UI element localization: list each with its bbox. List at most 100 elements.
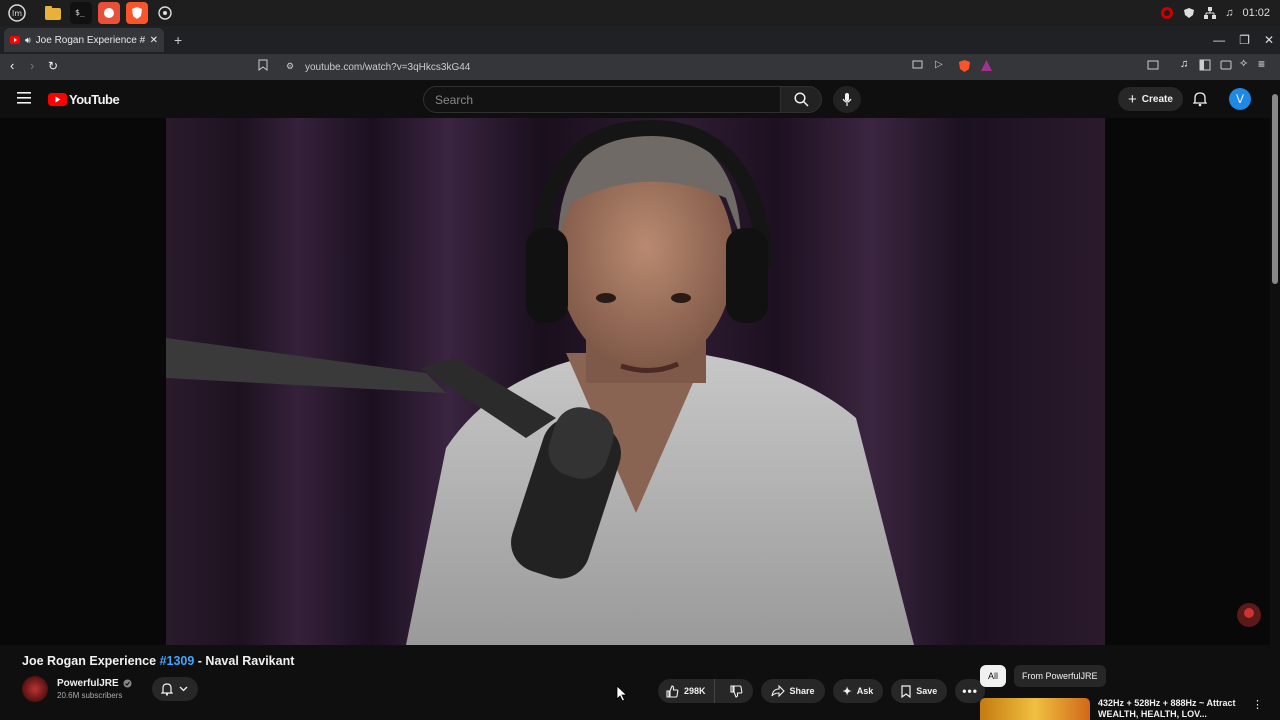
sidebar-toggle-icon[interactable] <box>1199 59 1211 71</box>
notifications-bell-icon[interactable] <box>1193 91 1207 107</box>
leo-ai-icon[interactable]: ✧ <box>1239 57 1248 70</box>
site-info-icon[interactable]: ⚙︎ <box>286 61 294 72</box>
channel-avatar[interactable] <box>22 676 48 702</box>
minimize-icon[interactable]: — <box>1213 33 1225 47</box>
speaker-icon[interactable]: 🔊︎ <box>25 35 31 46</box>
window-controls: — ❐ ✕ <box>1213 26 1274 54</box>
reload-icon[interactable]: ↻ <box>48 59 58 73</box>
video-hashtag-link[interactable]: #1309 <box>160 654 195 668</box>
subscription-bell-button[interactable] <box>151 677 198 701</box>
recommended-thumbnail[interactable] <box>980 698 1090 720</box>
cast-icon[interactable] <box>912 60 923 70</box>
scrollbar-thumb[interactable] <box>1272 94 1278 284</box>
channel-watermark-icon[interactable] <box>1236 602 1262 628</box>
youtube-header: YouTube Search + Create V <box>0 80 1280 118</box>
url-text: youtube.com/watch?v=3qHkcs3kG44 <box>305 61 471 73</box>
recommended-title[interactable]: 432Hz + 528Hz + 888Hz ~ Attract WEALTH, … <box>1098 698 1238 720</box>
share-label: Share <box>789 686 815 696</box>
like-button[interactable]: 298K <box>658 679 715 703</box>
microphone-icon <box>842 92 852 107</box>
os-taskbar: lm $_ ♫ 01:02 <box>0 0 1280 26</box>
video-frame[interactable] <box>166 118 1105 645</box>
like-count: 298K <box>684 686 706 696</box>
youtube-logo[interactable]: YouTube <box>48 92 120 107</box>
video-title-suffix: - Naval Ravikant <box>194 654 295 668</box>
search-button[interactable] <box>780 86 822 113</box>
youtube-logo-text: YouTube <box>69 92 120 107</box>
mouse-cursor-icon <box>616 685 628 702</box>
forward-icon[interactable]: › <box>30 58 34 73</box>
wallet-icon[interactable] <box>1220 59 1232 71</box>
svg-text:lm: lm <box>12 9 22 18</box>
screenshot-icon[interactable] <box>1147 59 1159 71</box>
video-actions: 298K Share ✦ Ask Save ••• <box>658 679 985 703</box>
chevron-down-icon <box>179 686 188 692</box>
create-label: Create <box>1141 93 1173 105</box>
settings-icon[interactable] <box>154 2 176 24</box>
video-title-prefix: Joe Rogan Experience <box>22 654 160 668</box>
address-bar: ‹ › ↻ ⚙︎ youtube.com/watch?v=3qHkcs3kG44… <box>0 54 1280 80</box>
tab-youtube[interactable]: 🔊︎ Joe Rogan Experience #1 ✕ <box>4 28 164 52</box>
share-icon <box>770 685 785 697</box>
more-horizontal-icon: ••• <box>962 684 978 698</box>
ask-button[interactable]: ✦ Ask <box>832 679 884 703</box>
channel-meta: PowerfulJRE 20.6M subscribers <box>57 678 132 700</box>
save-label: Save <box>916 686 938 696</box>
media-icon[interactable]: ♫ <box>1180 58 1188 70</box>
chip-from-channel[interactable]: From PowerfulJRE <box>1014 665 1106 687</box>
system-tray: ♫ 01:02 <box>1160 0 1270 26</box>
voice-search-button[interactable] <box>833 86 861 113</box>
recommended-video[interactable]: 432Hz + 528Hz + 888Hz ~ Attract WEALTH, … <box>980 698 1263 720</box>
files-icon[interactable] <box>42 2 64 24</box>
sparkle-icon: ✦ <box>842 685 852 698</box>
dislike-button[interactable] <box>720 679 753 703</box>
opera-tray-icon[interactable] <box>1160 6 1174 20</box>
verified-badge-icon <box>123 679 132 688</box>
url-field[interactable]: ⚙︎ youtube.com/watch?v=3qHkcs3kG44 ▷ <box>280 57 1000 77</box>
search-icon <box>793 92 809 107</box>
thumbs-down-icon <box>729 684 743 698</box>
channel-row: PowerfulJRE 20.6M subscribers <box>22 676 198 702</box>
browser-tab-bar: 🔊︎ Joe Rogan Experience #1 ✕ + — ❐ ✕ <box>0 26 1280 54</box>
brave-icon[interactable] <box>126 2 148 24</box>
ask-label: Ask <box>856 686 874 696</box>
tab-title: Joe Rogan Experience #1 <box>35 34 145 46</box>
search-input[interactable]: Search <box>423 86 781 113</box>
bell-icon <box>161 682 174 696</box>
close-tab-icon[interactable]: ✕ <box>150 35 158 46</box>
brave-rewards-icon[interactable] <box>980 59 993 73</box>
clock[interactable]: 01:02 <box>1242 7 1270 19</box>
brave-shields-icon[interactable] <box>958 59 971 73</box>
video-scene <box>166 119 914 645</box>
network-icon[interactable] <box>1204 7 1217 19</box>
close-window-icon[interactable]: ✕ <box>1264 33 1274 47</box>
create-button[interactable]: + Create <box>1118 87 1183 111</box>
firefox-icon[interactable] <box>98 2 120 24</box>
chip-all[interactable]: All <box>980 665 1007 687</box>
send-icon[interactable]: ▷ <box>935 59 943 70</box>
bookmark-icon[interactable] <box>258 59 268 71</box>
share-button[interactable]: Share <box>760 679 825 703</box>
page-scrollbar[interactable] <box>1270 80 1280 720</box>
save-button[interactable]: Save <box>891 679 948 703</box>
thumbs-up-icon <box>666 684 679 698</box>
new-tab-button[interactable]: + <box>174 32 182 48</box>
channel-name[interactable]: PowerfulJRE <box>57 678 119 689</box>
plus-icon: + <box>1128 90 1137 108</box>
music-note-icon[interactable]: ♫ <box>1225 7 1233 19</box>
video-player[interactable] <box>0 118 1270 645</box>
save-bookmark-icon <box>901 684 911 698</box>
video-title: Joe Rogan Experience #1309 - Naval Ravik… <box>22 654 294 668</box>
account-avatar[interactable]: V <box>1229 88 1251 110</box>
mint-menu-icon[interactable]: lm <box>6 2 28 24</box>
svg-text:$_: $_ <box>75 8 85 17</box>
more-vertical-icon[interactable]: ⋮ <box>1252 698 1263 720</box>
like-dislike-group: 298K <box>658 679 753 703</box>
maximize-icon[interactable]: ❐ <box>1239 33 1250 47</box>
browser-menu-icon[interactable]: ≡ <box>1258 57 1265 71</box>
youtube-logo-icon <box>48 93 67 106</box>
back-icon[interactable]: ‹ <box>10 58 14 73</box>
terminal-icon[interactable]: $_ <box>70 2 92 24</box>
shield-icon[interactable] <box>1183 7 1195 19</box>
hamburger-menu-icon[interactable] <box>17 92 31 104</box>
